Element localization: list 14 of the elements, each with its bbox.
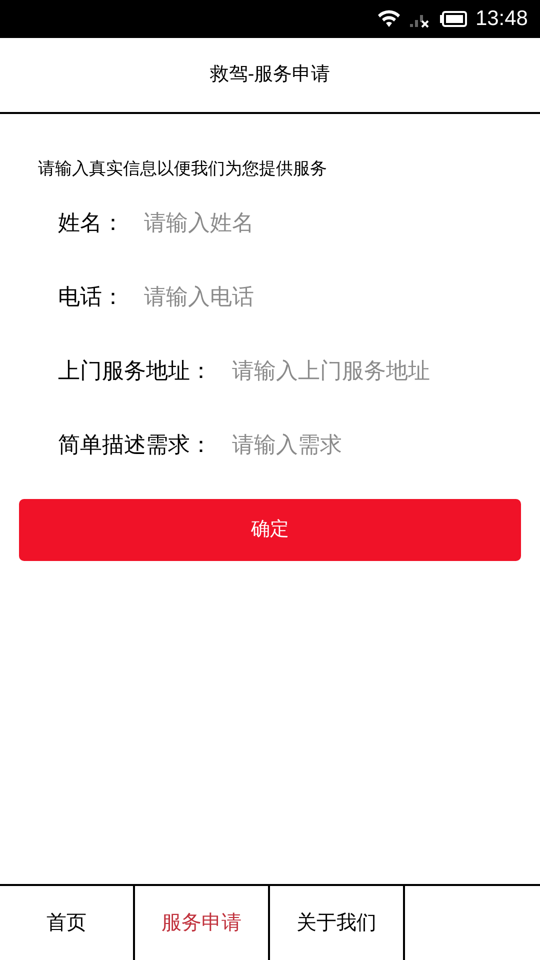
submit-button[interactable]: 确定 [19, 499, 521, 561]
field-label: 电话： [58, 282, 125, 310]
field-label: 简单描述需求： [58, 430, 213, 458]
input-field[interactable]: 请输入需求 [232, 428, 520, 460]
wifi-icon [377, 10, 402, 28]
clock: 13:48 [475, 6, 528, 32]
intro-text: 请输入真实信息以便我们为您提供服务 [38, 159, 327, 178]
field-label: 上门服务地址： [58, 356, 213, 384]
page-title: 救驾-服务申请 [210, 62, 330, 87]
field-label: 姓名： [58, 208, 125, 236]
input-field[interactable]: 请输入姓名 [144, 206, 520, 238]
input-field[interactable]: 请输入上门服务地址 [232, 354, 520, 386]
battery-icon [439, 11, 468, 27]
input-field[interactable]: 请输入电话 [144, 280, 520, 312]
